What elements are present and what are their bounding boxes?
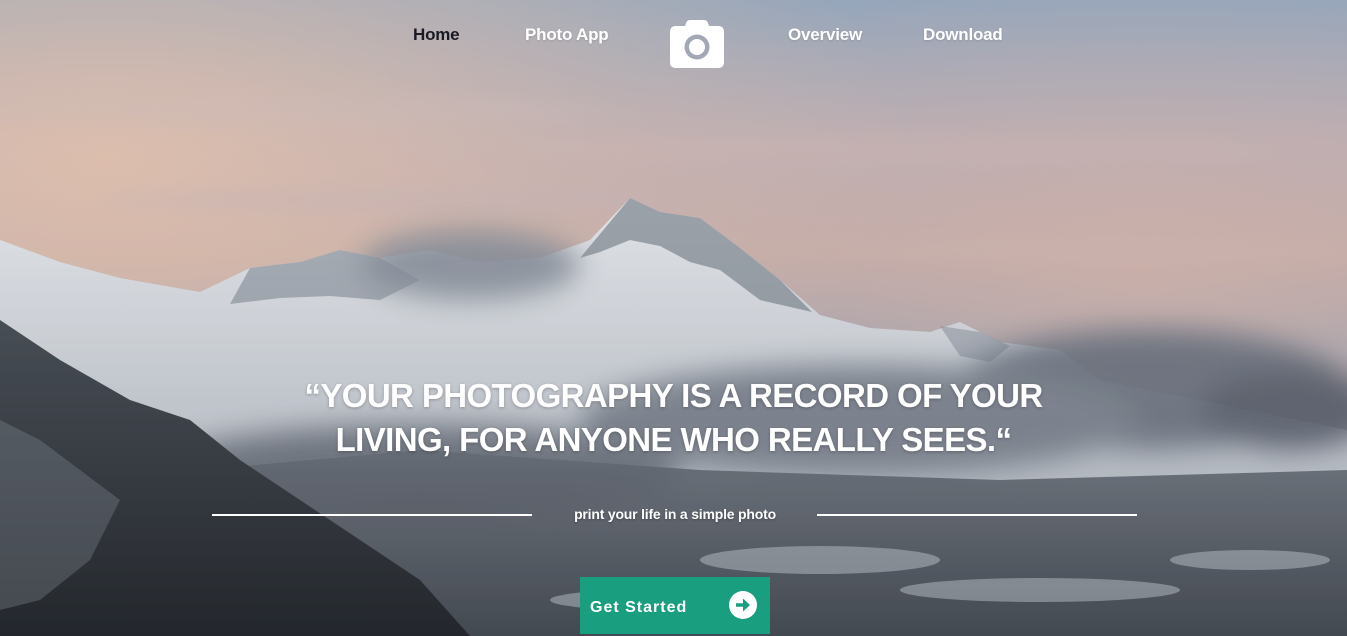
nav-item-home[interactable]: Home	[413, 25, 460, 45]
hero-quote-line-2: LIVING, FOR ANYONE WHO REALLY SEES.“	[335, 421, 1012, 458]
hero-background-image	[0, 0, 1347, 636]
get-started-label: Get Started	[590, 599, 688, 616]
camera-icon[interactable]	[670, 20, 724, 68]
arrow-right-circle-icon	[729, 591, 757, 619]
hero-tagline: print your life in a simple photo	[574, 506, 776, 522]
divider-right	[817, 514, 1137, 516]
get-started-button[interactable]: Get Started	[580, 577, 770, 634]
nav-item-photo-app[interactable]: Photo App	[525, 25, 609, 45]
hero-quote-line-1: “YOUR PHOTOGRAPHY IS A RECORD OF YOUR	[304, 377, 1043, 414]
top-navigation: Home Photo App Overview Download	[0, 0, 1347, 90]
nav-item-overview[interactable]: Overview	[788, 25, 862, 45]
divider-left	[212, 514, 532, 516]
nav-item-download[interactable]: Download	[923, 25, 1003, 45]
hero-quote: “YOUR PHOTOGRAPHY IS A RECORD OF YOUR LI…	[0, 374, 1347, 462]
hero-section: Home Photo App Overview Download “YOUR P…	[0, 0, 1347, 636]
